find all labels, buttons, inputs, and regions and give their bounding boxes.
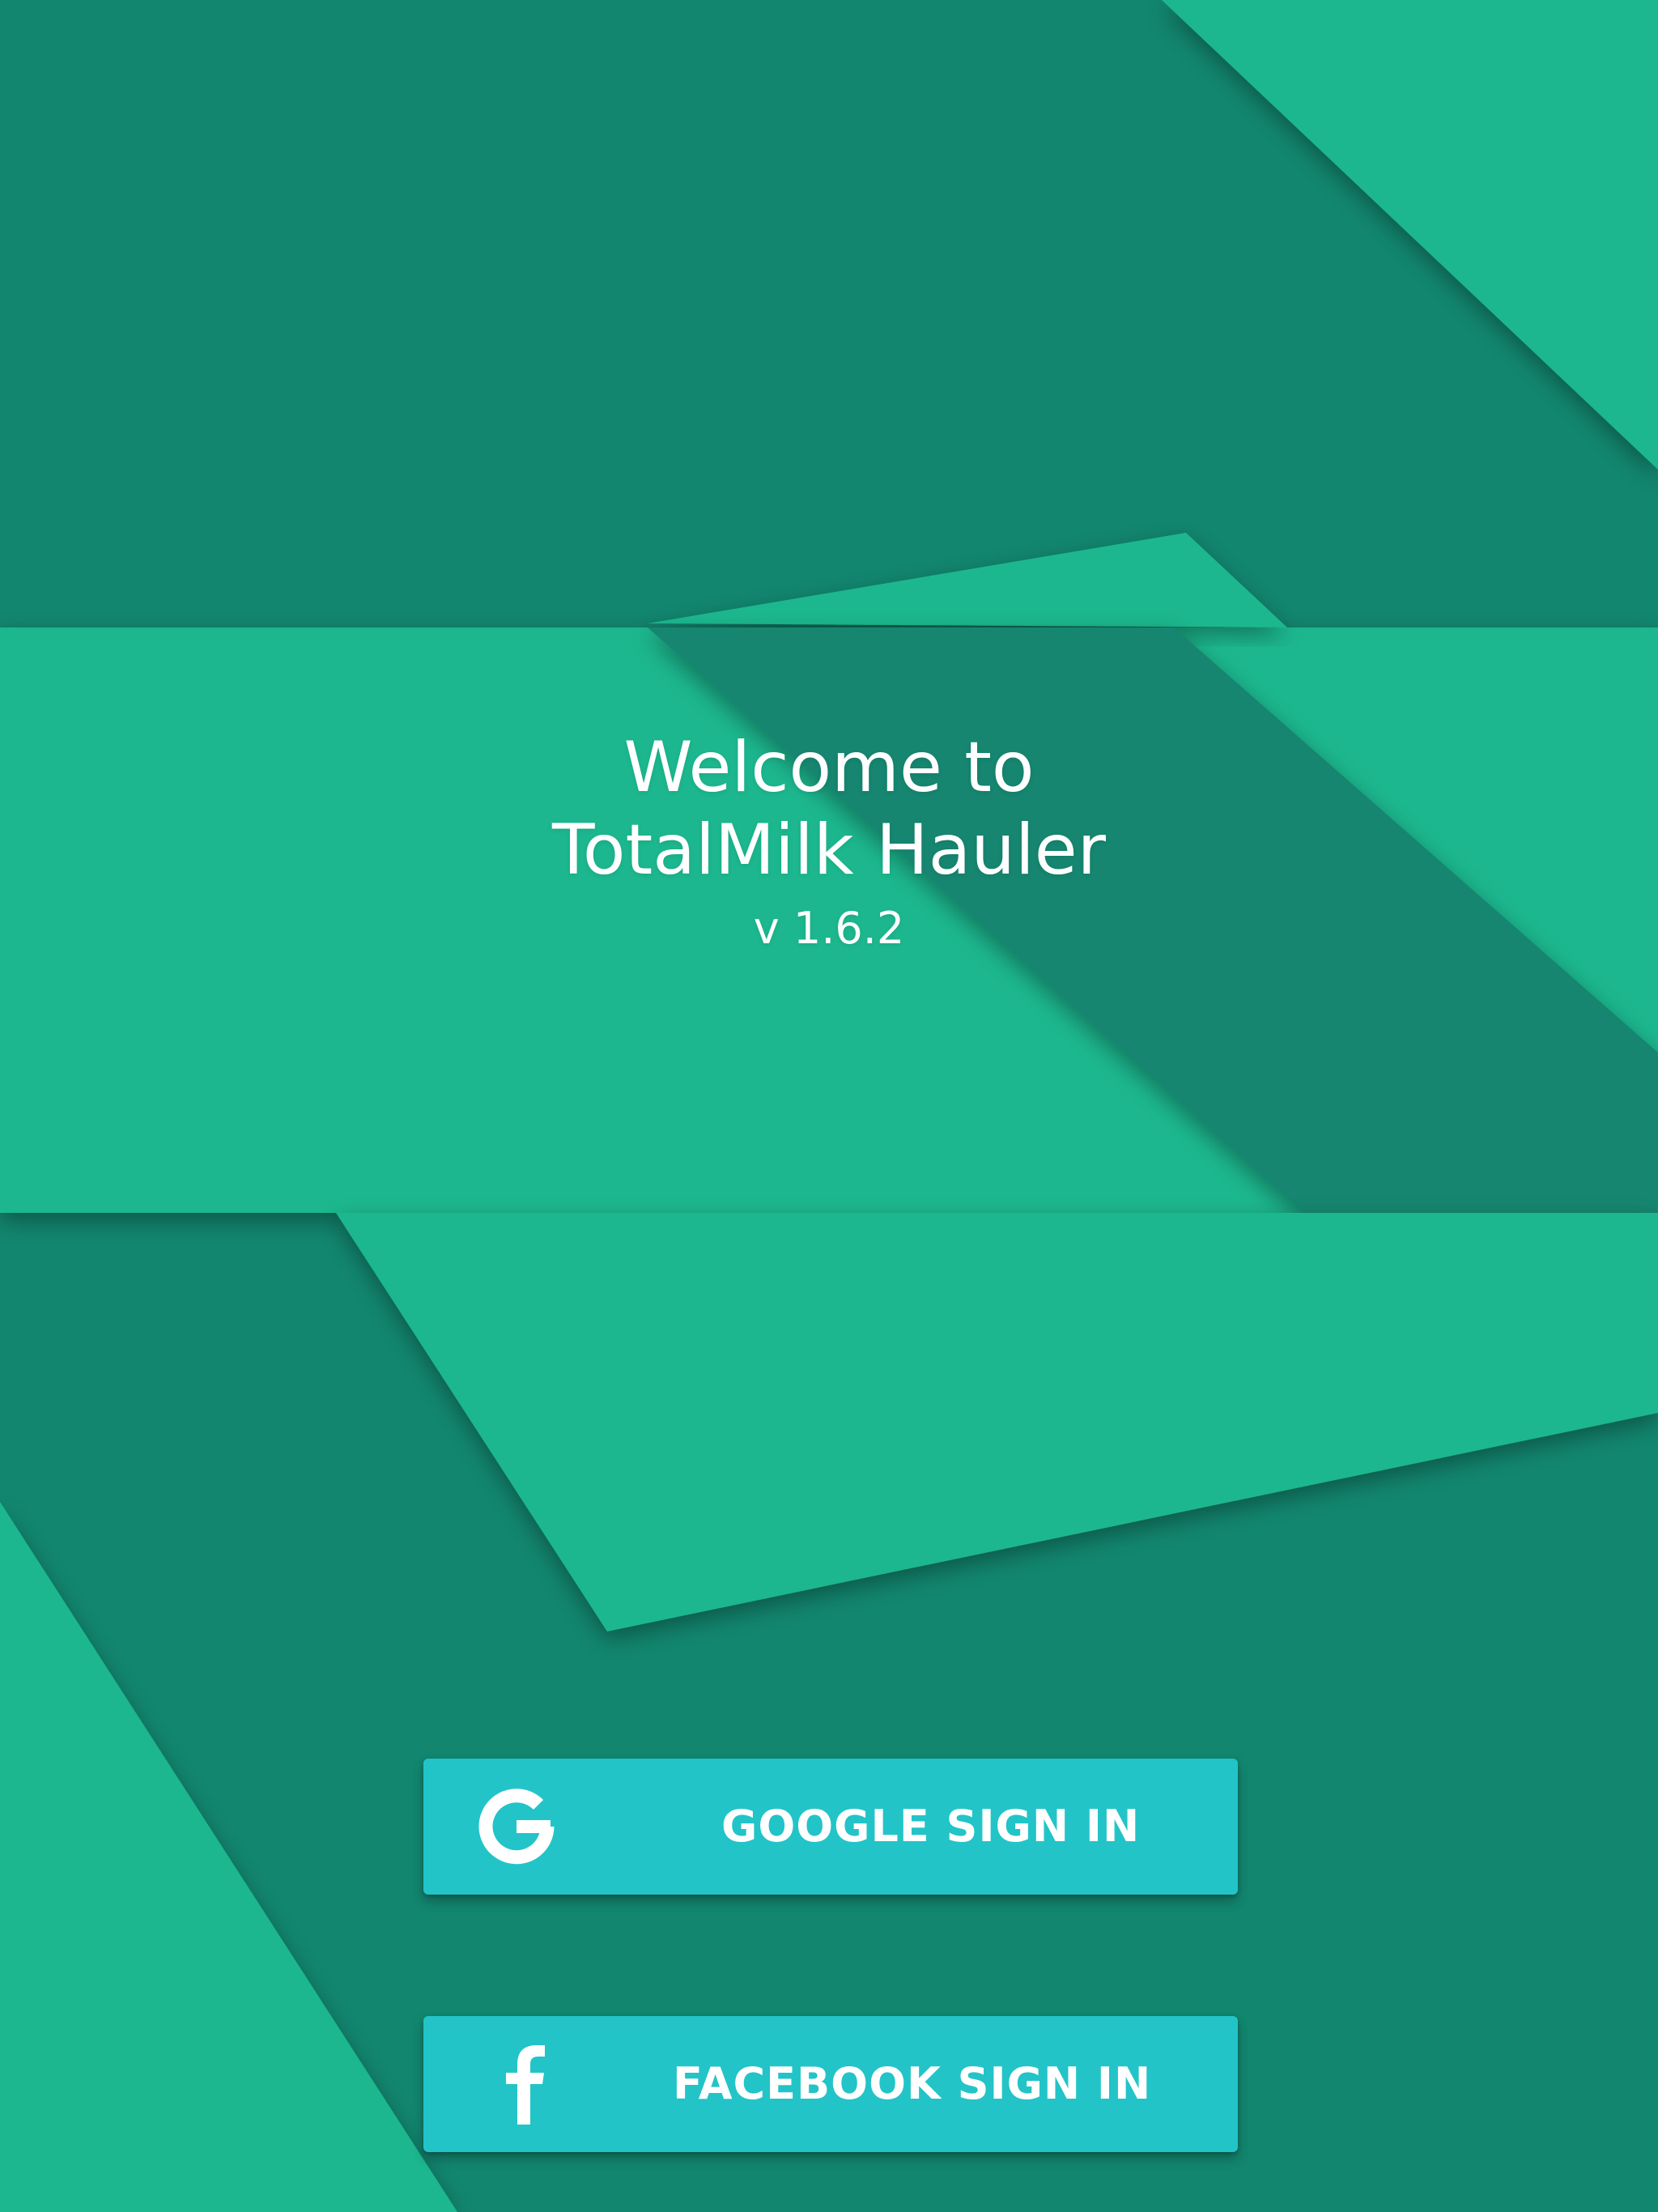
welcome-title: Welcome to: [623, 727, 1035, 808]
facebook-sign-in-button[interactable]: FACEBOOK SIGN IN: [423, 2016, 1238, 2152]
app-name: TotalMilk Hauler: [551, 810, 1106, 891]
login-screen: Welcome to TotalMilk Hauler v 1.6.2 GOOG…: [0, 0, 1658, 2212]
facebook-sign-in-label: FACEBOOK SIGN IN: [673, 2058, 1152, 2109]
version-label: v 1.6.2: [753, 903, 905, 954]
google-sign-in-label: GOOGLE SIGN IN: [721, 1801, 1141, 1852]
google-sign-in-button[interactable]: GOOGLE SIGN IN: [423, 1759, 1238, 1895]
facebook-f-icon: [506, 2045, 545, 2125]
google-g-icon: [478, 1789, 555, 1865]
